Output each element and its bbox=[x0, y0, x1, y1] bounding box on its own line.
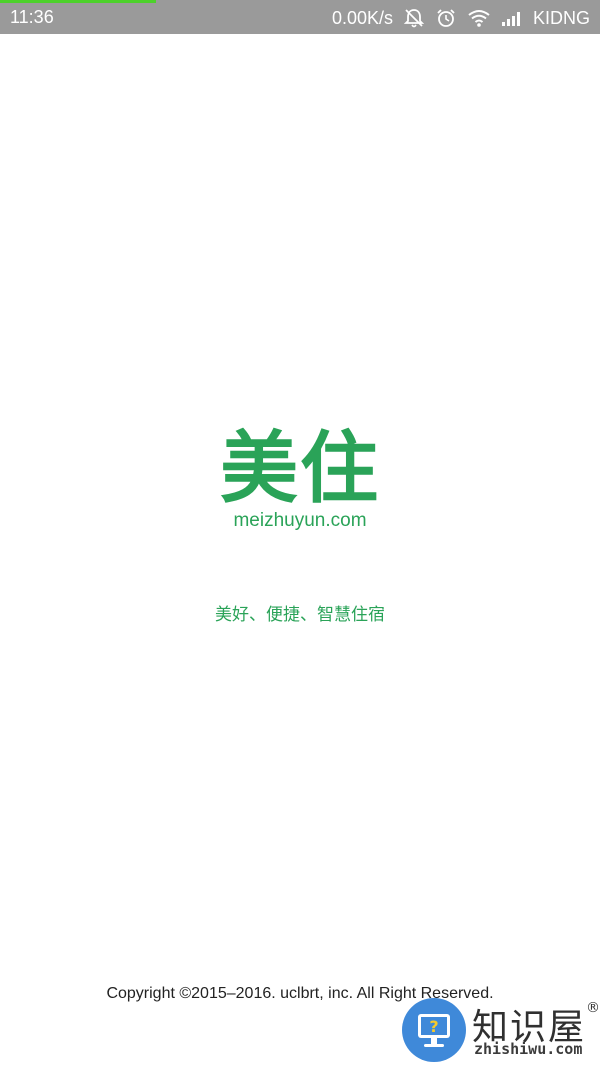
registered-mark: ® bbox=[586, 1000, 600, 1016]
wifi-icon bbox=[467, 8, 491, 28]
svg-text:?: ? bbox=[429, 1017, 438, 1036]
status-bar: 11:36 0.00K/s KIDNG bbox=[0, 0, 600, 34]
watermark-badge: ? bbox=[402, 998, 466, 1062]
status-right-group: 0.00K/s KIDNG bbox=[332, 5, 590, 31]
brand-logo: 美住 bbox=[219, 424, 380, 514]
loading-progress-bar bbox=[0, 0, 156, 3]
mute-icon bbox=[403, 7, 425, 29]
signal-icon bbox=[501, 9, 523, 27]
brand-domain: meizhuyun.com bbox=[233, 510, 367, 531]
carrier-name: KIDNG bbox=[532, 7, 590, 28]
status-time: 11:36 bbox=[10, 7, 54, 27]
watermark: ? 知识屋 ® zhishiwu.com bbox=[402, 998, 600, 1064]
brand-block: 美住 meizhuyun.com bbox=[0, 425, 600, 532]
watermark-url: zhishiwu.com bbox=[474, 1040, 583, 1058]
monitor-question-icon: ? bbox=[418, 1014, 450, 1047]
alarm-icon bbox=[435, 7, 457, 29]
network-speed: 0.00K/s bbox=[331, 7, 393, 28]
tagline: 美好、便捷、智慧住宿 bbox=[215, 605, 385, 625]
